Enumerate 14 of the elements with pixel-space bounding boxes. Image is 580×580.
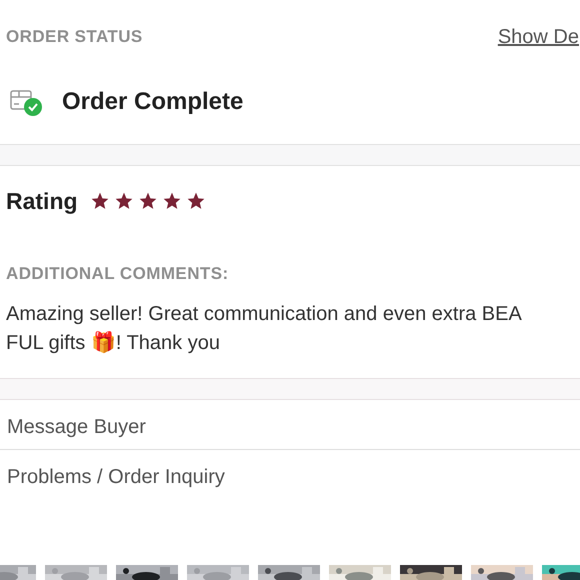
star-icon bbox=[90, 191, 110, 212]
star-icon bbox=[138, 191, 158, 212]
section-heading: ORDER STATUS bbox=[6, 26, 143, 48]
menu-item[interactable]: Problems / Order Inquiry bbox=[0, 450, 580, 500]
comment-text: Amazing seller! Great communication and even extra BEA bbox=[6, 302, 523, 327]
star-icon bbox=[114, 191, 134, 212]
menu-item[interactable]: Message Buyer bbox=[0, 400, 580, 450]
comment-text: FUL gifts 🎁! Thank you bbox=[6, 330, 221, 356]
star-icon bbox=[186, 191, 206, 212]
comments-heading: ADDITIONAL COMMENTS: bbox=[5, 262, 230, 284]
star-icon bbox=[162, 191, 182, 212]
order-status-text: Order Complete bbox=[62, 87, 244, 117]
rating-label: Rating bbox=[6, 187, 78, 216]
show-details-link[interactable]: Show De bbox=[498, 22, 579, 52]
